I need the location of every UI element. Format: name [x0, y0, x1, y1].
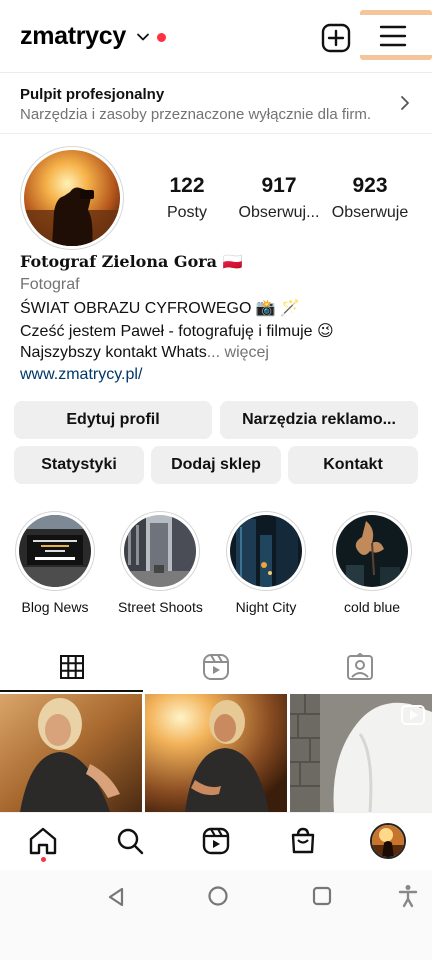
bio-line-2: Cześć jestem Paweł - fotografuję i filmu… — [20, 323, 334, 340]
website-link[interactable]: www.zmatrycy.pl/ — [20, 366, 142, 384]
reels-icon[interactable] — [201, 826, 231, 856]
profile-avatar[interactable] — [20, 146, 124, 250]
posts-count: 122 — [169, 174, 205, 197]
post-thumbnail[interactable] — [145, 694, 287, 812]
tagged-icon — [347, 653, 373, 680]
tab-tagged[interactable] — [288, 642, 432, 692]
highlight-label: Street Shoots — [118, 599, 203, 615]
professional-dashboard-row[interactable]: Pulpit profesjonalny Narzędzia i zasoby … — [0, 73, 432, 133]
notification-dot — [41, 857, 46, 862]
followers-count: 917 — [261, 174, 297, 197]
highlight-night-city[interactable]: Night City — [224, 511, 308, 615]
back-icon[interactable] — [105, 886, 127, 908]
system-navigation-bar — [0, 870, 432, 960]
highlight-cover — [15, 511, 95, 591]
highlight-cover — [226, 511, 306, 591]
recents-icon[interactable] — [311, 885, 333, 907]
edit-profile-button[interactable]: Edytuj profil — [14, 401, 212, 439]
accessibility-icon[interactable] — [398, 884, 418, 908]
post-thumbnail[interactable] — [0, 694, 142, 812]
ad-tools-button[interactable]: Narzędzia reklamo... — [220, 401, 418, 439]
active-tab-indicator — [0, 690, 143, 692]
divider — [0, 133, 432, 134]
tab-posts-grid[interactable] — [0, 642, 144, 692]
grid-icon — [60, 655, 84, 679]
home-circle-icon[interactable] — [207, 885, 229, 907]
highlight-cover — [120, 511, 200, 591]
bio-more-link[interactable]: ... więcej — [207, 344, 269, 361]
shop-icon[interactable] — [288, 826, 318, 856]
bio-line-1: ŚWIAT OBRAZU CYFROWEGO 📸 🪄 — [20, 300, 301, 317]
highlight-street-shoots[interactable]: Street Shoots — [118, 511, 203, 615]
tab-reels[interactable] — [144, 642, 288, 692]
highlight-label: Blog News — [21, 599, 89, 615]
highlight-label: Night City — [235, 599, 297, 615]
profile-category: Fotograf — [20, 276, 80, 293]
followers-label: Obserwuj... — [238, 204, 320, 221]
search-icon[interactable] — [115, 826, 145, 856]
contact-button[interactable]: Kontakt — [288, 446, 418, 484]
highlight-label: cold blue — [343, 599, 401, 615]
plus-square-icon[interactable] — [320, 22, 352, 54]
hamburger-menu-icon — [379, 25, 407, 47]
menu-button[interactable] — [360, 10, 432, 60]
bio-line-3: Najszybszy kontakt Whats... więcej — [20, 344, 269, 362]
profile-display-name: Fotograf Zielona Gora 🇵🇱 — [20, 252, 243, 271]
following-stat[interactable]: 923 Obserwuje — [328, 174, 412, 222]
following-count: 923 — [352, 174, 388, 197]
top-bar: zmatrycy — [0, 0, 432, 72]
professional-dashboard-title: Pulpit profesjonalny — [20, 86, 165, 103]
posts-label: Posty — [166, 204, 207, 221]
add-shop-button[interactable]: Dodaj sklep — [151, 446, 281, 484]
bottom-navigation — [0, 812, 432, 870]
chevron-right-icon — [401, 96, 409, 110]
insights-button[interactable]: Statystyki — [14, 446, 144, 484]
notification-dot — [157, 33, 166, 42]
highlight-cold-blue[interactable]: cold blue — [330, 511, 414, 615]
highlight-blog-news[interactable]: Blog News — [13, 511, 97, 615]
professional-dashboard-subtitle: Narzędzia i zasoby przeznaczone wyłączni… — [20, 106, 371, 123]
following-label: Obserwuje — [331, 204, 409, 221]
chevron-down-icon[interactable] — [136, 30, 150, 44]
post-thumbnail[interactable] — [290, 694, 432, 812]
posts-stat[interactable]: 122 Posty — [158, 174, 216, 222]
account-username[interactable]: zmatrycy — [20, 22, 126, 51]
home-icon[interactable] — [28, 826, 58, 856]
post-grid — [0, 694, 432, 812]
highlight-cover — [332, 511, 412, 591]
followers-stat[interactable]: 917 Obserwuj... — [236, 174, 322, 222]
profile-photo — [24, 150, 120, 246]
profile-tabs — [0, 642, 432, 692]
reels-icon — [203, 654, 229, 680]
profile-avatar[interactable] — [370, 823, 406, 859]
bio-line-3-text: Najszybszy kontakt Whats — [20, 344, 207, 361]
